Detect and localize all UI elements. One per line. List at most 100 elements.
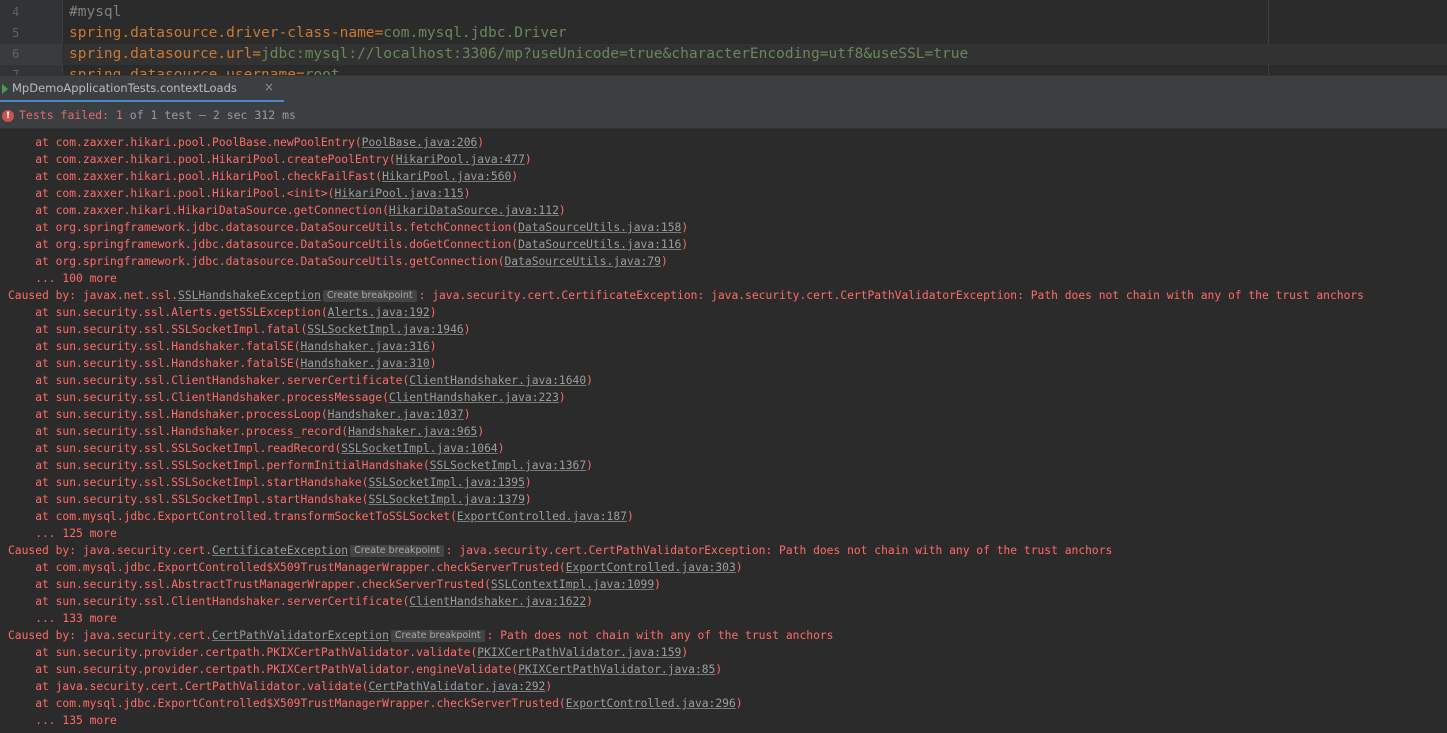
stack-trace-line: at com.zaxxer.hikari.pool.HikariPool.<in… (8, 185, 471, 202)
create-breakpoint-button[interactable]: Create breakpoint (322, 290, 417, 302)
trace-text: ) (681, 646, 689, 659)
source-file-link[interactable]: Alerts.java:192 (328, 306, 430, 319)
source-file-link[interactable]: Handshaker.java:965 (348, 425, 477, 438)
editor-line[interactable]: 4 #mysql (0, 2, 1447, 23)
source-file-link[interactable]: PKIXCertPathValidator.java:85 (518, 663, 715, 676)
error-icon: ! (2, 110, 14, 122)
trace-text: ) (586, 459, 593, 472)
trace-text: at sun.security.ssl.Handshaker.fatalSE( (8, 340, 301, 353)
trace-text: ) (497, 442, 505, 455)
exception-class-link[interactable]: CertPathValidatorException (212, 629, 389, 642)
trace-text: at sun.security.provider.certpath.PKIXCe… (8, 663, 519, 676)
property-separator: = (295, 67, 305, 75)
source-file-link[interactable]: ClientHandshaker.java:1640 (409, 374, 586, 387)
editor-line[interactable]: 5 spring.datasource.driver-class-name=com… (0, 23, 1447, 44)
stack-trace-line: at com.mysql.jdbc.ExportControlled.trans… (8, 508, 634, 525)
console-output[interactable]: at com.zaxxer.hikari.pool.PoolBase.newPo… (0, 131, 1447, 733)
source-file-link[interactable]: SSLSocketImpl.java:1064 (341, 442, 497, 455)
source-file-link[interactable]: SSLSocketImpl.java:1946 (307, 323, 463, 336)
stack-trace-line: at org.springframework.jdbc.datasource.D… (8, 236, 688, 253)
source-file-link[interactable]: DataSourceUtils.java:158 (518, 221, 681, 234)
code-text: spring.datasource.driver-class-name=com.… (69, 23, 567, 44)
code-text: #mysql (69, 2, 121, 23)
trace-text: at sun.security.provider.certpath.PKIXCe… (8, 646, 478, 659)
trace-text: at sun.security.ssl.AbstractTrustManager… (8, 578, 491, 591)
trace-text: ... 125 more (8, 527, 117, 540)
stack-trace-line: at sun.security.ssl.SSLSocketImpl.startH… (8, 491, 532, 508)
trace-text: at com.zaxxer.hikari.pool.HikariPool.<in… (8, 187, 335, 200)
source-file-link[interactable]: SSLContextImpl.java:1099 (491, 578, 654, 591)
run-tab[interactable]: MpDemoApplicationTests.contextLoads × (0, 76, 284, 102)
code-editor[interactable]: 4 #mysql 5 spring.datasource.driver-class-n… (0, 0, 1447, 75)
source-file-link[interactable]: DataSourceUtils.java:79 (505, 255, 661, 268)
stack-trace-line: at com.zaxxer.hikari.pool.HikariPool.cre… (8, 151, 532, 168)
trace-text: ) (586, 374, 593, 387)
trace-text: ) (660, 255, 668, 268)
create-breakpoint-button[interactable]: Create breakpoint (350, 545, 444, 557)
editor-line[interactable]: 6 spring.datasource.url=jdbc:mysql://loca… (0, 44, 1447, 65)
trace-text: ... 135 more (8, 714, 117, 727)
trace-text: at com.mysql.jdbc.ExportControlled.trans… (8, 510, 457, 523)
source-file-link[interactable]: Handshaker.java:310 (300, 357, 429, 370)
source-file-link[interactable]: ClientHandshaker.java:223 (389, 391, 559, 404)
source-file-link[interactable]: SSLSocketImpl.java:1395 (368, 476, 524, 489)
close-icon[interactable]: × (264, 80, 274, 94)
source-file-link[interactable]: HikariPool.java:115 (334, 187, 463, 200)
stack-trace-line: at sun.security.ssl.SSLSocketImpl.startH… (8, 474, 532, 491)
exception-class-link[interactable]: SSLHandshakeException (178, 289, 321, 302)
source-file-link[interactable]: PoolBase.java:206 (362, 136, 478, 149)
source-file-link[interactable]: SSLSocketImpl.java:1367 (430, 459, 586, 472)
run-tab-label: MpDemoApplicationTests.contextLoads (12, 81, 237, 95)
source-file-link[interactable]: HikariPool.java:560 (382, 170, 511, 183)
trace-text: Caused by: javax.net.ssl. (8, 289, 179, 302)
trace-text: ) (654, 578, 661, 591)
trace-text: ) (586, 595, 593, 608)
stack-trace-line: at sun.security.ssl.SSLSocketImpl.perfor… (8, 457, 593, 474)
source-file-link[interactable]: HikariDataSource.java:112 (389, 204, 559, 217)
trace-text: ) (681, 238, 689, 251)
source-file-link[interactable]: ExportControlled.java:187 (457, 510, 627, 523)
create-breakpoint-button[interactable]: Create breakpoint (390, 630, 485, 642)
source-file-link[interactable]: DataSourceUtils.java:116 (518, 238, 681, 251)
trace-text: ) (463, 187, 471, 200)
trace-text: at sun.security.ssl.ClientHandshaker.pro… (8, 391, 389, 404)
trace-text: ) (545, 680, 553, 693)
test-status-bar: ! Tests failed: 1 of 1 test – 2 sec 312 … (0, 102, 1447, 129)
editor-line[interactable]: 7 spring.datasource.username=root (0, 65, 1447, 75)
exception-class-link[interactable]: CertificateException (212, 544, 348, 557)
trace-text: at sun.security.ssl.ClientHandshaker.ser… (8, 595, 410, 608)
trace-text: ) (626, 510, 634, 523)
test-status-text: Tests failed: 1 of 1 test – 2 sec 312 ms (19, 108, 296, 122)
stack-trace-line: ... 133 more (8, 610, 117, 627)
property-value: root (304, 67, 340, 75)
source-file-link[interactable]: HikariPool.java:477 (396, 153, 525, 166)
stack-trace-line: at com.mysql.jdbc.ExportControlled$X509T… (8, 695, 742, 712)
trace-text: ) (463, 408, 471, 421)
trace-text: ) (558, 204, 566, 217)
source-file-link[interactable]: ExportControlled.java:303 (566, 561, 736, 574)
trace-text: at org.springframework.jdbc.datasource.D… (8, 221, 519, 234)
trace-text: at com.zaxxer.hikari.pool.PoolBase.newPo… (8, 136, 362, 149)
property-key: spring.datasource.url (69, 46, 253, 62)
source-file-link[interactable]: CertPathValidator.java:292 (368, 680, 545, 693)
source-file-link[interactable]: Handshaker.java:316 (300, 340, 429, 353)
trace-text: : java.security.cert.CertificateExceptio… (418, 289, 1364, 302)
source-file-link[interactable]: PKIXCertPathValidator.java:159 (477, 646, 681, 659)
source-file-link[interactable]: ClientHandshaker.java:1622 (409, 595, 586, 608)
stack-trace-line: at sun.security.provider.certpath.PKIXCe… (8, 661, 722, 678)
caused-by-line: Caused by: java.security.cert.CertPathVa… (8, 627, 833, 644)
source-file-link[interactable]: Handshaker.java:1037 (328, 408, 464, 421)
stack-trace-line: at sun.security.ssl.Handshaker.fatalSE(H… (8, 355, 436, 372)
trace-text: at org.springframework.jdbc.datasource.D… (8, 255, 505, 268)
stack-trace-line: at com.mysql.jdbc.ExportControlled$X509T… (8, 559, 742, 576)
stack-trace-line: at sun.security.ssl.ClientHandshaker.pro… (8, 389, 566, 406)
trace-text: at com.mysql.jdbc.ExportControlled$X509T… (8, 561, 566, 574)
caused-by-line: Caused by: javax.net.ssl.SSLHandshakeExc… (8, 287, 1364, 304)
source-file-link[interactable]: SSLSocketImpl.java:1379 (368, 493, 524, 506)
code-text: spring.datasource.url=jdbc:mysql://local… (69, 44, 968, 65)
stack-trace-line: ... 135 more (8, 712, 117, 729)
trace-text: at sun.security.ssl.SSLSocketImpl.readRe… (8, 442, 342, 455)
stack-trace-line: at org.springframework.jdbc.datasource.D… (8, 219, 688, 236)
trace-text: ) (524, 493, 532, 506)
source-file-link[interactable]: ExportControlled.java:296 (566, 697, 736, 710)
